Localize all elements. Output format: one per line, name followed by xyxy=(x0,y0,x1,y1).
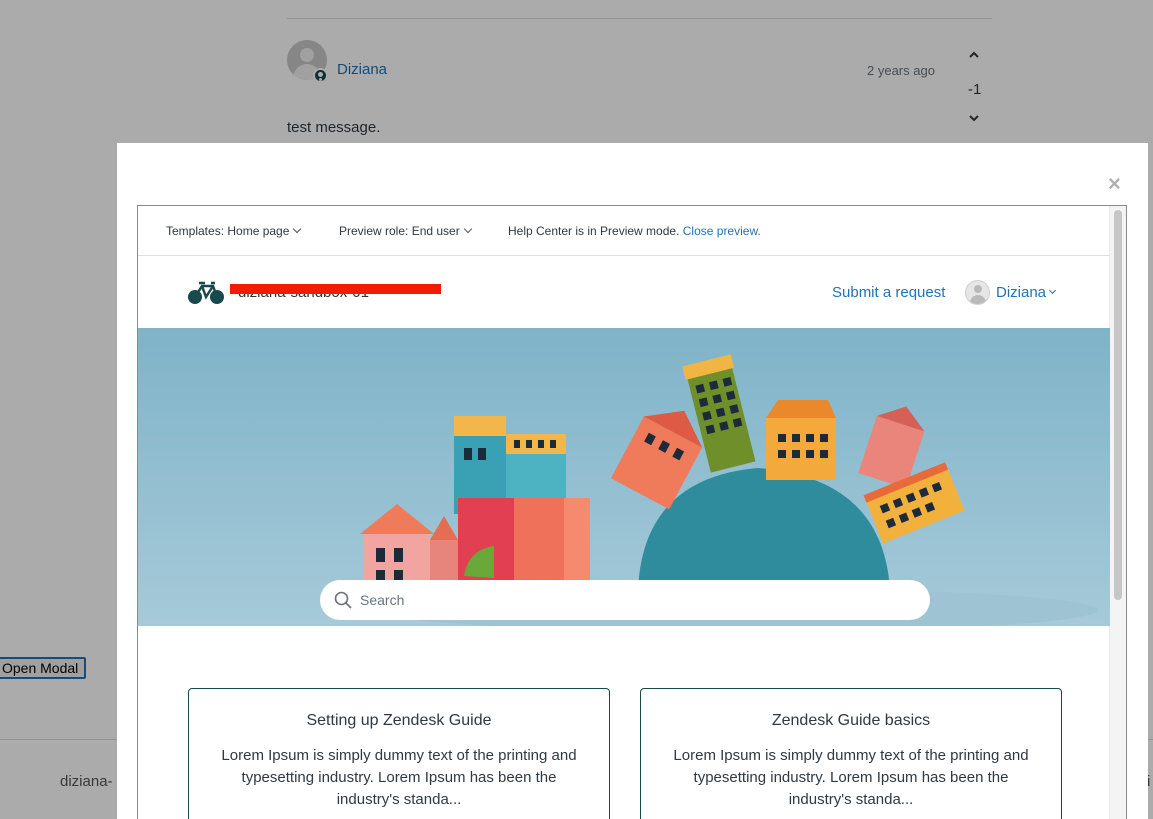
chevron-down-icon xyxy=(293,224,302,234)
user-menu[interactable]: Diziana xyxy=(996,284,1046,301)
preview-mode-text: Help Center is in Preview mode. xyxy=(508,224,680,238)
card-title[interactable]: Setting up Zendesk Guide xyxy=(189,712,609,730)
scrollbar[interactable] xyxy=(1109,206,1126,819)
category-card[interactable]: Zendesk Guide basics Lorem Ipsum is simp… xyxy=(640,688,1062,819)
preview-role-label: Preview role: End user xyxy=(339,224,460,238)
card-description: Lorem Ipsum is simply dummy text of the … xyxy=(221,747,577,808)
chevron-down-icon xyxy=(463,224,472,234)
templates-label: Templates: Home page xyxy=(166,224,290,238)
preview-mode-notice: Help Center is in Preview mode. Close pr… xyxy=(508,224,761,238)
close-icon[interactable]: × xyxy=(1108,173,1121,195)
search-placeholder: Search xyxy=(360,592,405,608)
modal-dialog: × Templates: Home page Preview role: End… xyxy=(117,143,1148,819)
redaction-bar xyxy=(230,284,441,294)
preview-role-dropdown[interactable]: Preview role: End user xyxy=(339,224,472,238)
templates-dropdown[interactable]: Templates: Home page xyxy=(166,224,302,238)
help-center-header: diziana-sandbox-01 Submit a request Dizi… xyxy=(138,257,1110,328)
bicycle-logo-icon[interactable] xyxy=(186,280,226,306)
user-avatar[interactable] xyxy=(965,280,990,305)
hero-banner: Search xyxy=(138,328,1110,626)
card-title[interactable]: Zendesk Guide basics xyxy=(641,712,1061,730)
chevron-down-icon[interactable] xyxy=(1048,286,1057,295)
submit-request-link[interactable]: Submit a request xyxy=(832,284,945,301)
category-card[interactable]: Setting up Zendesk Guide Lorem Ipsum is … xyxy=(188,688,610,819)
close-preview-link[interactable]: Close preview. xyxy=(683,224,761,238)
preview-bar: Templates: Home page Preview role: End u… xyxy=(138,206,1110,256)
search-icon xyxy=(334,591,352,609)
scrollbar-thumb[interactable] xyxy=(1114,210,1122,600)
search-input[interactable]: Search xyxy=(320,580,930,620)
preview-iframe: Templates: Home page Preview role: End u… xyxy=(137,205,1127,819)
card-description: Lorem Ipsum is simply dummy text of the … xyxy=(673,747,1029,808)
